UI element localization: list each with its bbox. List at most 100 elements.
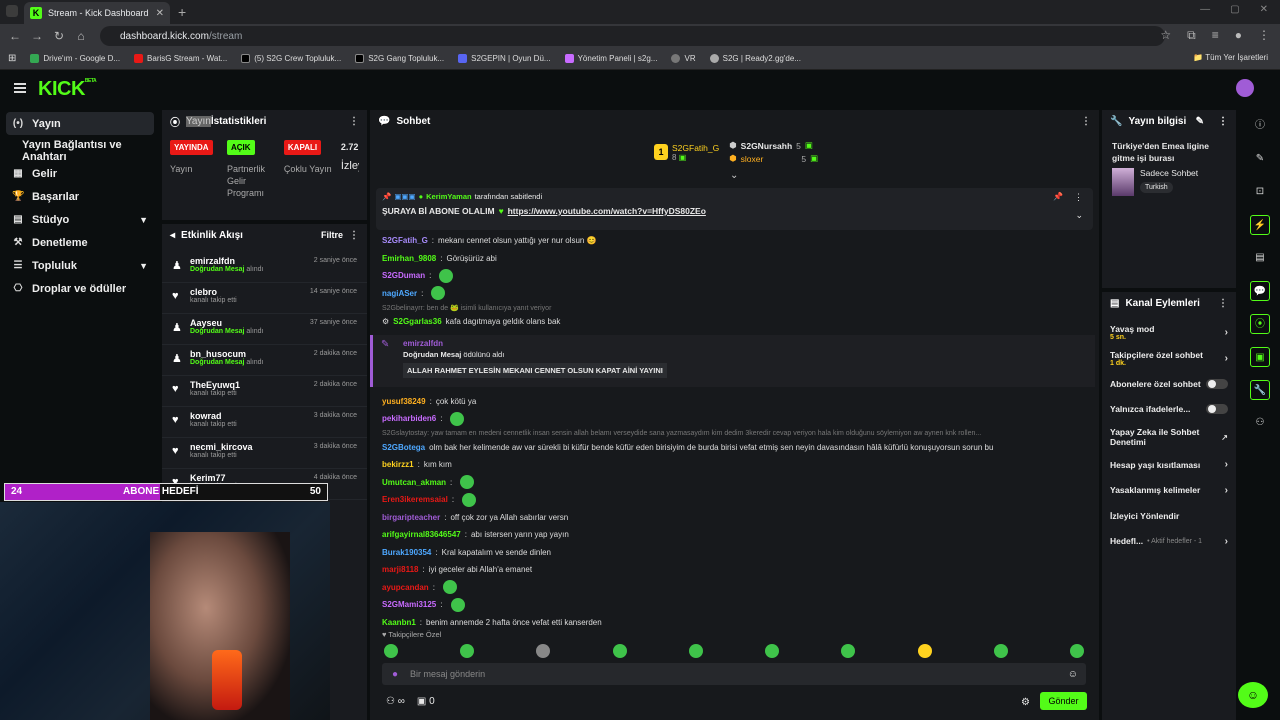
sidebar-item-drops[interactable]: ⎔ Droplar ve ödüller (0, 277, 160, 300)
chat-username[interactable]: S2Ggarlas36 (393, 317, 441, 326)
more-options-icon[interactable]: ⋮ (1074, 192, 1083, 203)
chat-username[interactable]: Kaanbn1 (382, 618, 416, 627)
chat-input[interactable]: ● Bir mesaj gönderin ☺ (382, 663, 1086, 685)
pencil-icon[interactable]: ✎ (1250, 149, 1270, 169)
close-window-icon[interactable]: ✕ (1260, 4, 1268, 15)
feed-username[interactable]: necmi_kircova (190, 442, 253, 452)
chevron-down-icon[interactable]: ⌄ (1075, 210, 1083, 221)
more-options-icon[interactable]: ⋮ (349, 116, 359, 127)
chat-username[interactable]: Emirhan_9808 (382, 254, 436, 263)
activity-feed-item[interactable]: ♟ emirzalfdn Doğrudan Mesaj alındı 2 saniye… (162, 252, 367, 283)
age-restriction-item[interactable]: Hesap yaşı kısıtlaması › (1102, 452, 1236, 478)
activity-feed-item[interactable]: ♟ bn_husocum Doğrudan Mesaj alındı 2 dakika… (162, 345, 367, 376)
chat-username[interactable]: S2GFatih_G (382, 236, 428, 245)
emote-icon[interactable] (917, 644, 932, 658)
chat-username[interactable]: S2GBotega (382, 443, 425, 452)
sidebar-item-studio[interactable]: ▤ Stüdyo ▼ (0, 208, 160, 231)
expand-chevron-icon[interactable]: ⌄ (730, 170, 738, 181)
reward-user[interactable]: emirzalfdn (403, 339, 1087, 348)
browser-tab[interactable]: K Stream - Kick Dashboard ✕ (24, 2, 170, 24)
broadcast-icon[interactable]: ⦿ (1250, 314, 1270, 334)
url-field[interactable]: dashboard.kick.com/stream (100, 26, 1165, 46)
back-icon[interactable]: ← (4, 29, 26, 43)
supporter-3[interactable]: ⬢ sloxer 5 ▣ (729, 153, 818, 164)
chat-username[interactable]: Umutcan_akman (382, 478, 446, 487)
filter-button[interactable]: Filtre (321, 230, 343, 240)
bookmark-item[interactable]: S2GEPIN | Oyun Dü... (458, 54, 551, 63)
goals-item[interactable]: Hedefl... • Aktif hedefler - 1 › (1102, 529, 1236, 555)
sidebar-item-community[interactable]: ☰ Topluluk ▼ (0, 254, 160, 277)
unpin-icon[interactable]: 📌 (1053, 192, 1063, 201)
activity-feed-item[interactable]: ♥ kowrad kanalı takip etti 3 dakika önce (162, 407, 367, 438)
subs-only-item[interactable]: Abonelere özel sohbet (1102, 371, 1236, 397)
chat-username[interactable]: marji8118 (382, 565, 418, 574)
feed-username[interactable]: emirzalfdn (190, 256, 264, 266)
chat-username[interactable]: birgaripteacher (382, 513, 440, 522)
activity-feed-item[interactable]: ♟ Aayseu Doğrudan Mesaj alındı 37 saniye ön… (162, 314, 367, 345)
feed-username[interactable]: clebro (190, 287, 237, 297)
wrench-icon[interactable]: 🔧 (1250, 380, 1270, 400)
menu-icon[interactable]: ⋮ (1258, 28, 1270, 43)
bookmark-star-icon[interactable]: ☆ (1160, 28, 1171, 43)
maximize-icon[interactable]: ▢ (1230, 4, 1239, 15)
store-icon[interactable]: ▣ 0 (417, 696, 435, 707)
emotes-only-toggle[interactable] (1206, 404, 1228, 415)
emote-icon[interactable] (460, 644, 475, 658)
sidebar-item-revenue[interactable]: ▦ Gelir (0, 162, 160, 185)
bookmark-item[interactable]: (5) S2G Crew Topluluk... (241, 54, 341, 63)
user-avatar[interactable] (1236, 79, 1254, 97)
banned-words-item[interactable]: Yasaklanmış kelimeler › (1102, 478, 1236, 504)
chat-username[interactable]: bekirzz1 (382, 460, 414, 469)
tab-search-icon[interactable] (6, 5, 18, 17)
bookmark-item[interactable]: Drive'ım - Google D... (30, 54, 120, 63)
extensions-icon[interactable]: ⧉ (1187, 28, 1196, 43)
feed-username[interactable]: bn_husocum (190, 349, 264, 359)
chat-username[interactable]: pekiharbiden6 (382, 414, 436, 423)
supporter-1[interactable]: 1 S2GFatih_G 8 ▣ (654, 140, 719, 164)
bookmark-item[interactable]: Yönetim Paneli | s2g... (564, 54, 657, 63)
chat-username[interactable]: ayupcandan (382, 583, 429, 592)
bookmark-item[interactable]: S2G Gang Topluluk... (355, 54, 444, 63)
pinned-message[interactable]: 📌 ▣▣▣ ● KerimYaman tarafından sabitlendi… (376, 188, 1093, 230)
kick-logo[interactable]: KICKBETA (38, 78, 97, 101)
chat-username[interactable]: S2GDuman (382, 271, 425, 280)
support-chat-icon[interactable]: ☺ (1238, 682, 1268, 708)
emote-icon[interactable] (765, 644, 780, 658)
camera-icon[interactable]: ⊡ (1250, 182, 1270, 202)
category-name[interactable]: Sadece Sohbet (1140, 168, 1198, 178)
minimize-icon[interactable]: — (1200, 4, 1210, 15)
pinned-link[interactable]: https://www.youtube.com/watch?v=HffyDS80… (508, 206, 706, 216)
edit-icon[interactable]: ✎ (1196, 116, 1204, 127)
close-tab-icon[interactable]: ✕ (156, 8, 164, 19)
bookmark-item[interactable]: BarisG Stream - Wat... (134, 54, 227, 63)
emote-icon[interactable] (688, 644, 703, 658)
more-options-icon[interactable]: ⋮ (1218, 298, 1228, 309)
supporter-2[interactable]: ⬢ S2GNursahh 5 ▣ (729, 140, 818, 151)
more-options-icon[interactable]: ⋮ (1218, 116, 1228, 127)
document-icon[interactable]: ▤ (1250, 248, 1270, 268)
chat-username[interactable]: S2GMami3125 (382, 600, 436, 609)
chat-username[interactable]: yusuf38249 (382, 397, 426, 406)
emoji-picker-icon[interactable]: ☺ (1068, 669, 1078, 680)
sidebar-item-moderation[interactable]: ⚒ Denetleme (0, 231, 160, 254)
slow-mode-item[interactable]: Yavaş mod 5 sn. › (1102, 320, 1236, 346)
emote-icon[interactable] (841, 644, 856, 658)
home-icon[interactable]: ⌂ (70, 29, 92, 43)
feed-username[interactable]: Kerim77 (190, 473, 237, 483)
users-infinite-icon[interactable]: ⚇ ∞ (386, 696, 405, 707)
emotes-only-item[interactable]: Yalnızca ifadelerle... (1102, 397, 1236, 423)
chat-username[interactable]: nagiASer (382, 289, 417, 298)
bookmark-item[interactable]: VR (671, 54, 696, 63)
category-thumbnail[interactable] (1112, 168, 1134, 196)
activity-feed-item[interactable]: ♥ necmi_kircova kanalı takip etti 3 dakika … (162, 438, 367, 469)
chat-username[interactable]: Eren3ikeremsaial (382, 495, 448, 504)
media-icon[interactable]: ≡ (1212, 28, 1219, 43)
emote-icon[interactable] (384, 644, 398, 658)
send-button[interactable]: Gönder (1040, 692, 1087, 710)
subs-only-toggle[interactable] (1206, 378, 1228, 389)
feed-username[interactable]: Aayseu (190, 318, 264, 328)
activity-feed-item[interactable]: ♥ TheEyuwq1 kanalı takip etti 2 dakika önce (162, 376, 367, 407)
all-bookmarks[interactable]: 📁 Tüm Yer İşaretleri (1193, 53, 1268, 62)
new-tab-icon[interactable]: + (178, 4, 186, 20)
more-options-icon[interactable]: ⋮ (349, 230, 359, 241)
